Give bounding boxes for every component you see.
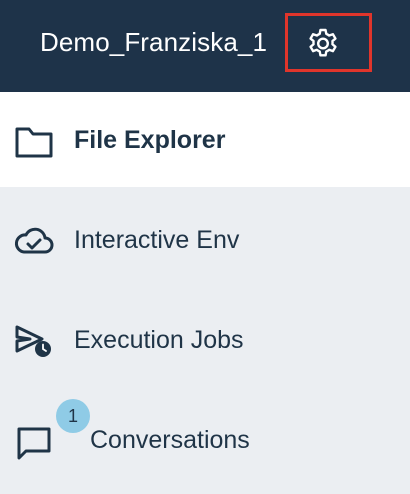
- project-name: Demo_Franziska_1: [40, 27, 268, 57]
- folder-icon: [15, 127, 53, 158]
- nav-label-interactive-env: Interactive Env: [74, 226, 240, 254]
- chat-icon: [17, 427, 51, 460]
- settings-button[interactable]: [285, 13, 372, 72]
- nav-item-interactive-env[interactable]: Interactive Env: [0, 192, 410, 287]
- project-header: Demo_Franziska_1: [0, 0, 410, 92]
- nav-label-file-explorer: File Explorer: [74, 126, 226, 154]
- unread-count-badge: 1: [56, 399, 90, 433]
- nav-item-execution-jobs[interactable]: Execution Jobs: [0, 292, 410, 387]
- nav-label-execution-jobs: Execution Jobs: [74, 326, 244, 354]
- send-clock-icon: [15, 325, 51, 357]
- navigation-panel: Demo_Franziska_1 File Explorer Interacti…: [0, 0, 410, 494]
- nav-label-conversations: Conversations: [90, 426, 250, 454]
- nav-item-file-explorer[interactable]: File Explorer: [0, 92, 410, 187]
- cloud-check-icon: [15, 227, 54, 254]
- gear-icon: [309, 28, 337, 57]
